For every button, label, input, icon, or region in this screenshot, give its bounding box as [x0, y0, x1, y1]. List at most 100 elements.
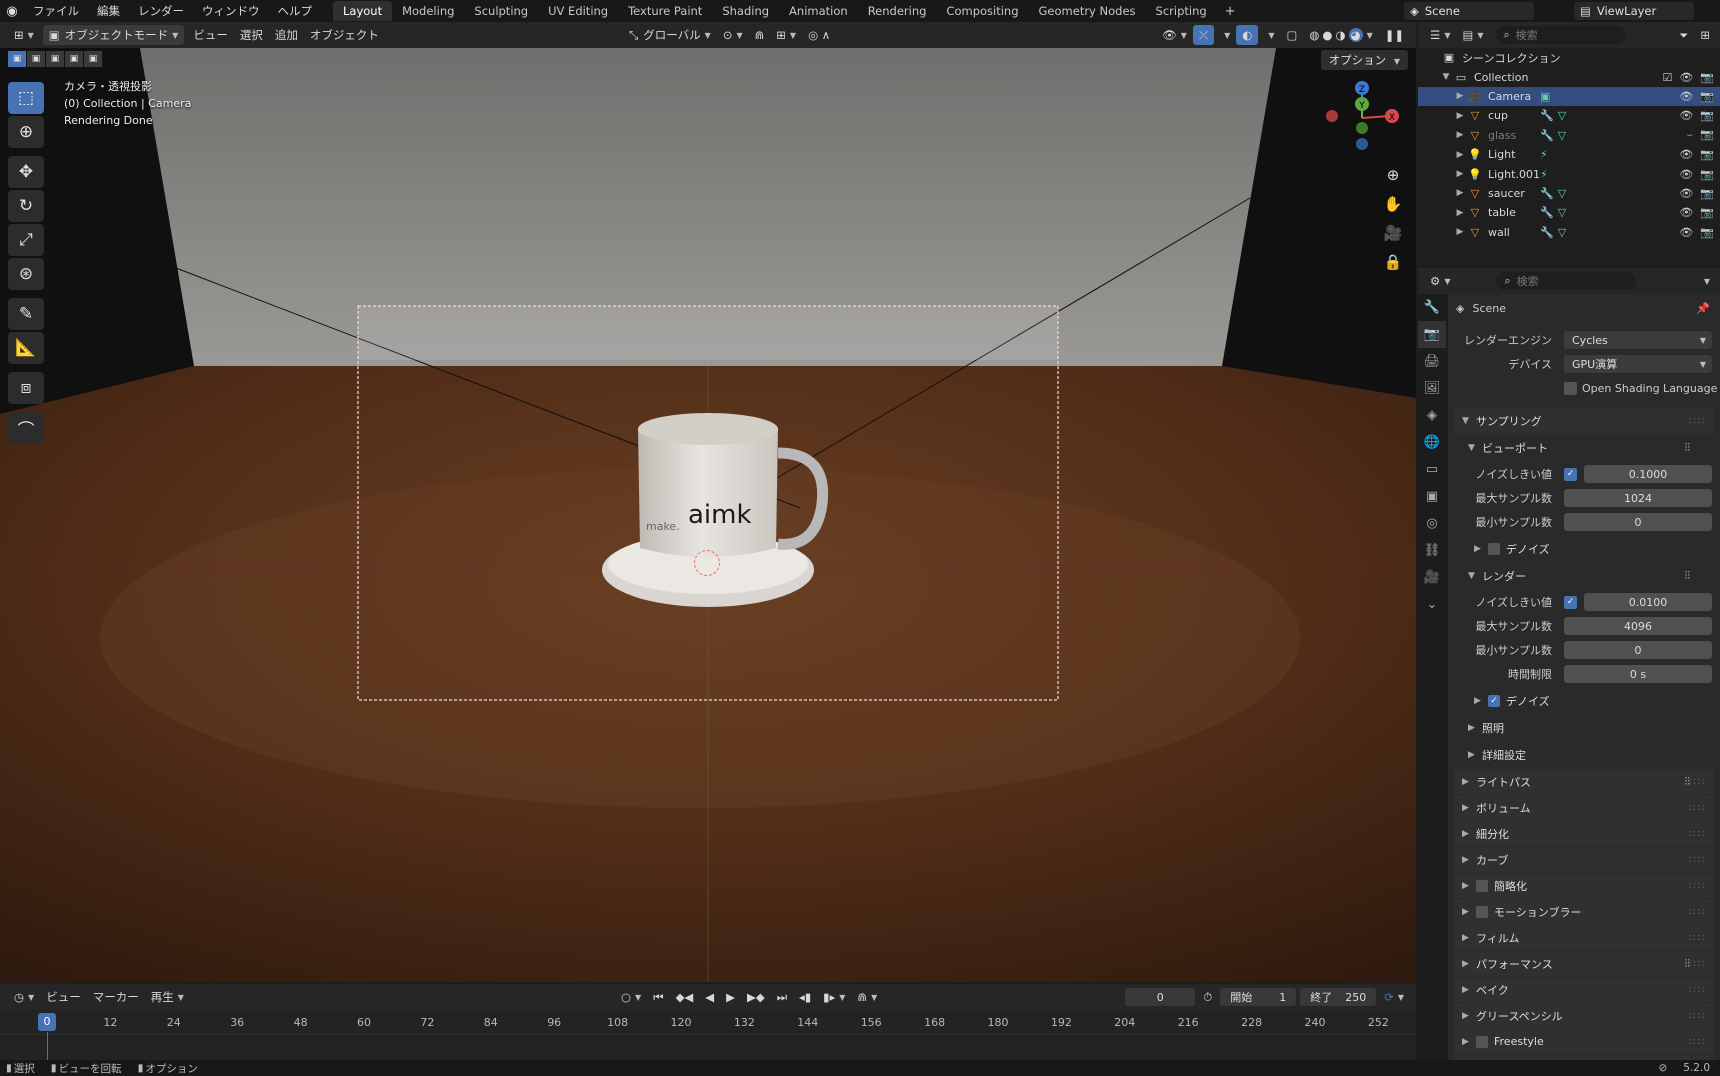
tab-geometry-nodes[interactable]: Geometry Nodes — [1029, 1, 1146, 21]
3d-cursor-icon[interactable] — [694, 550, 720, 576]
tab-scripting[interactable]: Scripting — [1146, 1, 1217, 21]
play-button[interactable]: ▶ — [720, 987, 741, 1007]
zoom-icon[interactable]: ⊕ — [1380, 166, 1406, 195]
eye-icon[interactable]: 👁 — [1679, 90, 1693, 103]
modifier-icon[interactable]: 🔧 — [1540, 129, 1554, 142]
data-tab-icon[interactable]: 🎥 — [1418, 564, 1446, 591]
menu-select[interactable]: 選択 — [234, 25, 269, 45]
timeline-menu-view[interactable]: ビュー — [40, 987, 87, 1007]
outliner-editor-type-button[interactable]: ☰ ▼ — [1424, 25, 1456, 45]
timeline-editor-type-button[interactable]: ◷ ▼ — [8, 987, 40, 1007]
lock-icon[interactable]: 🔒 — [1380, 253, 1406, 282]
time-limit-field[interactable]: 0 s — [1564, 665, 1712, 683]
more-tabs-icon[interactable]: ⌄ — [1418, 591, 1446, 618]
presets-icon[interactable]: ⫶⫶ — [1685, 441, 1691, 455]
render-camera-icon[interactable]: 📷 — [1700, 226, 1714, 239]
outliner-item[interactable]: ▶ 🎥 Camera ▣ 👁 📷 — [1418, 86, 1720, 107]
chevron-right-icon[interactable]: ▶ — [1454, 188, 1466, 198]
gizmo-dropdown[interactable]: ▼ — [1214, 25, 1236, 45]
render-denoise-checkbox[interactable]: ✓ — [1488, 694, 1500, 707]
tab-shading[interactable]: Shading — [712, 1, 779, 21]
outliner-item[interactable]: ▶ ▽ cup 🔧 ▽ 👁 📷 — [1418, 106, 1720, 125]
outliner-item[interactable]: ▶ ▽ wall 🔧 ▽ 👁 📷 — [1418, 223, 1720, 242]
next-keyframe-button[interactable]: ▶◆ — [741, 987, 771, 1007]
editor-type-button[interactable]: ⊞ ▼ — [8, 25, 40, 45]
navigation-gizmo[interactable]: Z Y X — [1322, 78, 1402, 158]
viewport-denoise-checkbox[interactable] — [1488, 542, 1500, 555]
tab-uv-editing[interactable]: UV Editing — [538, 1, 618, 21]
output-tab-icon[interactable]: 🖨 — [1418, 348, 1446, 375]
solid-shading-icon[interactable]: ● — [1322, 28, 1332, 42]
rotate-tool-icon[interactable]: ↻ — [8, 190, 44, 222]
render-max-samples-field[interactable]: 4096 — [1564, 617, 1712, 635]
world-tab-icon[interactable]: 🌐 — [1418, 429, 1446, 456]
new-collection-button[interactable]: ⊞ — [1694, 25, 1716, 45]
curve-tool-icon[interactable]: ⌒ — [8, 412, 44, 444]
render-camera-icon[interactable]: 📷 — [1700, 128, 1714, 142]
3d-viewport[interactable]: make. aimk ▣ ▣ ▣ ▣ ▣ オプション ▼ カメラ・透視投影 (0… — [0, 48, 1416, 982]
chevron-right-icon[interactable]: ▶ — [1454, 169, 1466, 179]
view-layer-selector[interactable]: ▤ ViewLayer — [1574, 2, 1694, 20]
modifier-icon[interactable]: 🔧 — [1540, 187, 1554, 200]
viewport-min-samples-field[interactable]: 0 — [1564, 513, 1712, 531]
options-button[interactable]: オプション ▼ — [1320, 50, 1408, 70]
measure-tool-icon[interactable]: 📐 — [8, 332, 44, 364]
property-panel[interactable]: ▶ モーションブラー:::: — [1454, 899, 1714, 924]
object-data-icon[interactable]: ⚡ — [1540, 168, 1548, 181]
wireframe-shading-icon[interactable]: ◍ — [1309, 28, 1319, 42]
timeline-view-toggle[interactable]: ⟳ ▼ — [1378, 987, 1410, 1007]
outliner-item[interactable]: ▶ ▽ glass 🔧 ▽ ⌣ 📷 — [1418, 126, 1720, 145]
timeline-menu-playback[interactable]: 再生 ▼ — [145, 987, 190, 1007]
physics-tab-icon[interactable]: ◎ — [1418, 510, 1446, 537]
select-tool-icon[interactable]: ⬚ — [8, 82, 44, 114]
eye-icon[interactable]: 👁 — [1679, 168, 1693, 181]
tab-sculpting[interactable]: Sculpting — [464, 1, 538, 21]
object-tab-icon[interactable]: ▣ — [1418, 483, 1446, 510]
start-frame-field[interactable]: 開始 1 — [1220, 988, 1297, 1006]
chevron-right-icon[interactable]: ▶ — [1454, 111, 1466, 121]
render-noise-threshold-checkbox[interactable]: ✓ — [1564, 595, 1577, 609]
outliner-item[interactable]: ▶ ▽ table 🔧 ▽ 👁 📷 — [1418, 203, 1720, 222]
visibility-button[interactable]: 👁 ▼ — [1156, 25, 1193, 45]
render-camera-icon[interactable]: 📷 — [1700, 168, 1714, 181]
scale-tool-icon[interactable]: ⤢ — [8, 224, 44, 256]
shading-modes[interactable]: ◍ ● ◑ ◕ ▼ — [1303, 25, 1378, 45]
render-min-samples-field[interactable]: 0 — [1564, 641, 1712, 659]
xray-button[interactable]: ▢ — [1281, 25, 1304, 45]
property-panel[interactable]: ▶ ライトパス ⫶⫶:::: — [1454, 769, 1714, 794]
transform-orientation-selector[interactable]: ⤡ グローバル ▼ — [623, 25, 717, 45]
properties-options-button[interactable]: ▼ — [1694, 271, 1716, 291]
menu-help[interactable]: ヘルプ — [269, 0, 322, 22]
play-reverse-button[interactable]: ◀ — [699, 987, 720, 1007]
eye-closed-icon[interactable]: ⌣ — [1686, 128, 1693, 142]
select-subtract-icon[interactable]: ▣ — [46, 51, 64, 67]
render-camera-icon[interactable]: 📷 — [1700, 187, 1714, 200]
osl-checkbox[interactable] — [1564, 381, 1577, 395]
outliner-item[interactable]: ▶ 💡 Light.001 ⚡ 👁 📷 — [1418, 164, 1720, 183]
modifier-icon[interactable]: 🔧 — [1540, 109, 1554, 122]
gizmo-toggle-button[interactable]: ⤫ — [1192, 25, 1215, 45]
chevron-right-icon[interactable]: ▶ — [1454, 130, 1466, 140]
transform-tool-icon[interactable]: ⊛ — [8, 258, 44, 290]
proportional-edit-button[interactable]: ◎ ∧ — [802, 25, 836, 45]
add-workspace-button[interactable]: + — [1217, 4, 1244, 19]
jump-start-button[interactable]: ⏮ — [647, 987, 669, 1007]
properties-editor-type-button[interactable]: ⚙ ▼ — [1424, 271, 1456, 291]
properties-search-input[interactable]: ⌕ 検索 — [1496, 272, 1637, 290]
pin-icon[interactable]: 📌 — [1696, 302, 1710, 315]
select-invert-icon[interactable]: ▣ — [65, 51, 83, 67]
render-tab-icon[interactable]: 📷 — [1418, 321, 1446, 348]
viewport-noise-threshold-checkbox[interactable]: ✓ — [1564, 467, 1577, 481]
blender-logo-icon[interactable]: ◉ — [0, 4, 24, 19]
eye-icon[interactable]: 👁 — [1679, 187, 1693, 200]
collection-row[interactable]: ▼ ▭ Collection ☑ 👁 📷 — [1418, 67, 1720, 86]
object-data-icon[interactable]: ▽ — [1558, 109, 1566, 122]
panel-checkbox[interactable] — [1476, 879, 1488, 892]
menu-edit[interactable]: 編集 — [88, 0, 129, 22]
select-new-icon[interactable]: ▣ — [8, 51, 26, 67]
outliner-item[interactable]: ▶ ▽ saucer 🔧 ▽ 👁 📷 — [1418, 184, 1720, 203]
eye-icon[interactable]: 👁 — [1679, 206, 1693, 219]
pan-hand-icon[interactable]: ✋ — [1380, 195, 1406, 224]
chevron-right-icon[interactable]: ▶ — [1454, 208, 1466, 218]
checkbox-icon[interactable]: ☑ — [1662, 71, 1672, 84]
